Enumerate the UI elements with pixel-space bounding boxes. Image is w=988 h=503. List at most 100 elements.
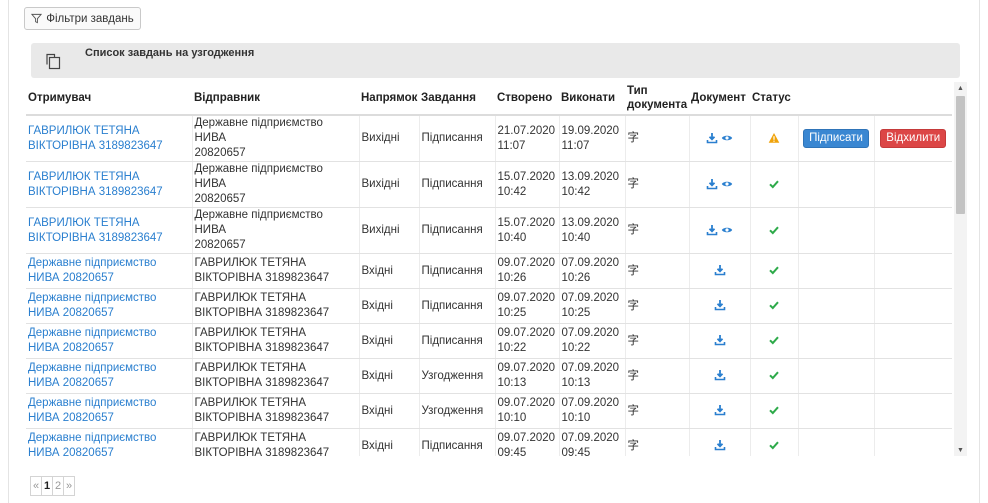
download-icon[interactable]	[714, 404, 726, 416]
column-header-direction[interactable]: Напрямок	[359, 82, 419, 116]
table-row[interactable]: Державне підприємство НИВА 20820657 ГАВРИЛ…	[26, 288, 952, 324]
column-header-due[interactable]: Виконати	[559, 82, 625, 116]
recipient-link[interactable]: ГАВРИЛЮК ТЕТЯНА ВІКТОРІВНА 3189823647	[26, 161, 192, 208]
pagination: « 1 2 »	[30, 476, 75, 496]
download-icon[interactable]	[706, 178, 718, 190]
created-cell: 09.07.2020 09:45	[494, 428, 559, 456]
status-cell	[749, 393, 798, 429]
sign-action-cell	[797, 323, 874, 359]
direction-cell: Вхідні	[358, 323, 419, 359]
scrollbar-thumb[interactable]	[956, 96, 965, 214]
cell-line: ВІКТОРІВНА 3189823647	[28, 231, 163, 244]
column-header-created[interactable]: Створено	[495, 82, 559, 116]
cell-line: Державне підприємство	[28, 327, 157, 339]
download-icon[interactable]	[714, 264, 726, 276]
recipient-link[interactable]: ГАВРИЛЮК ТЕТЯНА ВІКТОРІВНА 3189823647	[26, 115, 192, 162]
doc-type-cell: 字	[624, 288, 689, 324]
sign-action-cell	[797, 428, 874, 456]
cell-line: ВІКТОРІВНА 3189823647	[194, 272, 330, 284]
recipient-link[interactable]: Державне підприємство НИВА 20820657	[26, 323, 192, 359]
cell-line: ГАВРИЛЮК ТЕТЯНА	[194, 397, 307, 409]
task-cell: Підписання	[418, 288, 495, 324]
download-icon[interactable]	[714, 334, 726, 346]
table-row[interactable]: Державне підприємство НИВА 20820657 ГАВРИЛ…	[26, 323, 952, 359]
page: Фільтри завдань Список завдань на узгодж…	[0, 0, 988, 503]
reject-action-cell	[873, 253, 952, 289]
sign-button[interactable]: Підписати	[803, 129, 869, 148]
filter-tasks-label: Фільтри завдань	[46, 12, 134, 25]
table-row[interactable]: ГАВРИЛЮК ТЕТЯНА ВІКТОРІВНА 3189823647 Держ…	[26, 207, 952, 254]
status-cell	[749, 253, 798, 289]
pager-next[interactable]: »	[63, 476, 75, 496]
cell-line: 07.09.2020	[561, 432, 620, 444]
download-icon[interactable]	[706, 132, 718, 144]
filter-tasks-button[interactable]: Фільтри завдань	[24, 7, 141, 30]
cell-line: 20820657	[194, 193, 246, 205]
cell-line: 10:22	[497, 342, 527, 354]
eye-icon[interactable]	[721, 132, 733, 144]
download-icon[interactable]	[706, 224, 718, 236]
tasks-table-container: Отримувач Відправник Напрямок Завдання С…	[26, 82, 954, 456]
cell-line: 09:45	[561, 447, 591, 456]
created-cell: 15.07.2020 10:42	[494, 161, 559, 208]
due-cell: 07.09.2020 10:25	[558, 288, 625, 324]
recipient-link[interactable]: Державне підприємство НИВА 20820657	[26, 358, 192, 394]
sender-cell: Державне підприємство НИВА 20820657	[191, 161, 359, 208]
download-icon[interactable]	[714, 439, 726, 451]
column-header-recipient[interactable]: Отримувач	[26, 82, 192, 116]
cell-line: 10:13	[561, 377, 591, 389]
table-scrollbar[interactable]: ▲ ▼	[954, 82, 967, 456]
doc-type-cell: 字	[624, 161, 689, 208]
document-cell	[688, 207, 750, 254]
due-cell: 19.09.2020 11:07	[558, 115, 625, 162]
sender-cell: ГАВРИЛЮК ТЕТЯНА ВІКТОРІВНА 3189823647	[191, 358, 359, 394]
table-row[interactable]: Державне підприємство НИВА 20820657 ГАВРИЛ…	[26, 358, 952, 394]
doc-type-glyph-icon: 字	[627, 404, 640, 417]
cell-line: 07.09.2020	[561, 327, 620, 339]
eye-icon[interactable]	[721, 224, 733, 236]
recipient-link[interactable]: Державне підприємство НИВА 20820657	[26, 428, 192, 456]
scroll-up-arrow-icon[interactable]: ▲	[954, 82, 967, 94]
column-header-document[interactable]: Документ	[689, 82, 750, 116]
cell-line: Державне підприємство	[28, 397, 157, 409]
recipient-link[interactable]: Державне підприємство НИВА 20820657	[26, 253, 192, 289]
scroll-down-arrow-icon[interactable]: ▼	[954, 444, 967, 456]
table-row[interactable]: Державне підприємство НИВА 20820657 ГАВРИЛ…	[26, 428, 952, 456]
cell-line: 10:26	[561, 272, 591, 284]
sender-cell: ГАВРИЛЮК ТЕТЯНА ВІКТОРІВНА 3189823647	[191, 323, 359, 359]
column-header-status[interactable]: Статус	[750, 82, 798, 116]
cell-line: 10:13	[497, 377, 527, 389]
eye-icon[interactable]	[721, 178, 733, 190]
cell-line: 13.09.2020	[561, 170, 620, 183]
doc-type-glyph-icon: 字	[627, 369, 640, 382]
table-row[interactable]: Державне підприємство НИВА 20820657 ГАВРИЛ…	[26, 393, 952, 429]
column-header-sender[interactable]: Відправник	[192, 82, 359, 116]
cell-line: ГАВРИЛЮК ТЕТЯНА	[194, 292, 307, 304]
direction-cell: Вхідні	[358, 393, 419, 429]
cell-line: 09.07.2020	[497, 397, 556, 409]
column-header-doc-type[interactable]: Тип документа	[625, 82, 689, 116]
table-row[interactable]: ГАВРИЛЮК ТЕТЯНА ВІКТОРІВНА 3189823647 Держ…	[26, 161, 952, 208]
cell-line: 10:40	[497, 231, 527, 244]
cell-line: 21.07.2020	[497, 124, 556, 137]
table-row[interactable]: ГАВРИЛЮК ТЕТЯНА ВІКТОРІВНА 3189823647 Держ…	[26, 115, 952, 162]
recipient-link[interactable]: ГАВРИЛЮК ТЕТЯНА ВІКТОРІВНА 3189823647	[26, 207, 192, 254]
sender-cell: Державне підприємство НИВА 20820657	[191, 207, 359, 254]
recipient-link[interactable]: Державне підприємство НИВА 20820657	[26, 393, 192, 429]
created-cell: 09.07.2020 10:13	[494, 358, 559, 394]
doc-type-glyph-icon: 字	[627, 224, 640, 236]
cell-line: 11:07	[561, 139, 590, 152]
doc-type-glyph-icon: 字	[627, 439, 640, 452]
reject-button[interactable]: Відхилити	[880, 129, 947, 148]
reject-action-cell: Відхилити	[873, 115, 952, 162]
sign-action-cell	[797, 161, 874, 208]
download-icon[interactable]	[714, 369, 726, 381]
recipient-link[interactable]: Державне підприємство НИВА 20820657	[26, 288, 192, 324]
download-icon[interactable]	[714, 299, 726, 311]
due-cell: 07.09.2020 10:13	[558, 358, 625, 394]
table-row[interactable]: Державне підприємство НИВА 20820657 ГАВРИЛ…	[26, 253, 952, 289]
doc-type-glyph-icon: 字	[627, 299, 640, 312]
direction-cell: Вхідні	[358, 288, 419, 324]
direction-cell: Вихідні	[358, 161, 419, 208]
column-header-task[interactable]: Завдання	[419, 82, 495, 116]
